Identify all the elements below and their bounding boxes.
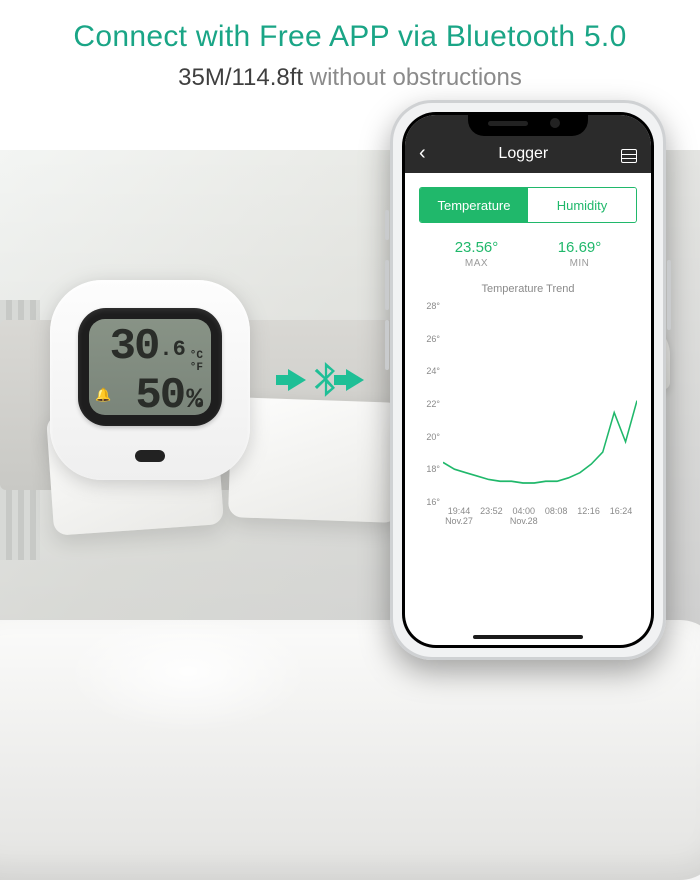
sensor-button [135,450,165,462]
chart-line [443,301,637,507]
home-indicator[interactable] [473,635,583,639]
phone-frame: ‹ Logger Temperature Humidity 23.56° MAX… [402,112,654,648]
chart-title: Temperature Trend [405,283,651,295]
y-tick: 26° [419,334,443,344]
lcd-unit-f: °F [190,363,203,375]
chart-plot-area [443,301,637,507]
headline-range: 35M/114.8ft [178,64,303,91]
sensor-lcd: 30 .6 °C °F 50 % 🔔 [89,319,211,415]
headline-main: Connect with Free APP via Bluetooth 5.0 [0,20,700,54]
x-tick: 23:52 [475,507,507,531]
x-tick: 12:16 [573,507,605,531]
phone-mockup: ‹ Logger Temperature Humidity 23.56° MAX… [390,100,666,660]
y-tick: 20° [419,432,443,442]
y-tick: 22° [419,399,443,409]
indicator-dot [198,402,203,407]
phone-side-button [385,320,389,370]
sensor-bezel: 30 .6 °C °F 50 % 🔔 [78,308,222,426]
stat-min-value: 16.69° [558,239,602,256]
pillow [228,397,402,523]
lcd-temp-value: 30 [110,325,159,369]
stat-max-value: 23.56° [455,239,499,256]
phone-side-button [385,260,389,310]
phone-notch [468,112,588,136]
bluetooth-flow [266,360,386,400]
stat-max: 23.56° MAX [455,239,499,269]
lcd-temperature-row: 30 .6 °C °F [97,325,203,374]
stats-row: 23.56° MAX 16.69° MIN [425,239,631,269]
sensor-device: 30 .6 °C °F 50 % 🔔 [50,280,250,480]
product-marketing-image: Connect with Free APP via Bluetooth 5.0 … [0,0,700,700]
phone-side-button [667,260,671,330]
segmented-tabs: Temperature Humidity [419,187,637,223]
y-tick: 16° [419,497,443,507]
lcd-temp-decimal: .6 [159,339,185,361]
x-tick: 16:24 [605,507,637,531]
chart-y-axis: 28° 26° 24° 22° 20° 18° 16° [419,301,443,507]
stat-max-label: MAX [455,258,499,269]
chart-x-axis: 19:44Nov.2723:5204:00Nov.2808:0812:1616:… [443,507,637,531]
app-screen: ‹ Logger Temperature Humidity 23.56° MAX… [405,115,651,645]
headline-sub: 35M/114.8ft without obstructions [0,64,700,92]
lcd-humidity-value: 50 [135,374,184,418]
arrow-right-icon [346,369,364,391]
back-icon[interactable]: ‹ [419,143,426,163]
x-tick: 04:00Nov.28 [508,507,540,531]
arrow-right-icon [288,369,306,391]
x-tick: 08:08 [540,507,572,531]
alarm-icon: 🔔 [95,388,111,403]
headline-rest: without obstructions [303,64,522,91]
lcd-unit-c: °C [190,351,203,363]
tab-humidity[interactable]: Humidity [528,188,636,222]
calendar-grid-icon[interactable] [621,149,637,163]
y-tick: 24° [419,366,443,376]
stat-min-label: MIN [558,258,602,269]
tab-temperature[interactable]: Temperature [420,188,528,222]
stat-min: 16.69° MIN [558,239,602,269]
app-title: Logger [426,145,621,163]
headline: Connect with Free APP via Bluetooth 5.0 … [0,20,700,92]
lcd-temp-units: °C °F [190,351,203,374]
y-tick: 28° [419,301,443,311]
temperature-chart[interactable]: 28° 26° 24° 22° 20° 18° 16° 19:44Nov.2723:5204… [419,301,641,531]
x-tick: 19:44Nov.27 [443,507,475,531]
lcd-humidity-row: 50 % [97,374,203,418]
phone-side-button [385,210,389,240]
y-tick: 18° [419,464,443,474]
